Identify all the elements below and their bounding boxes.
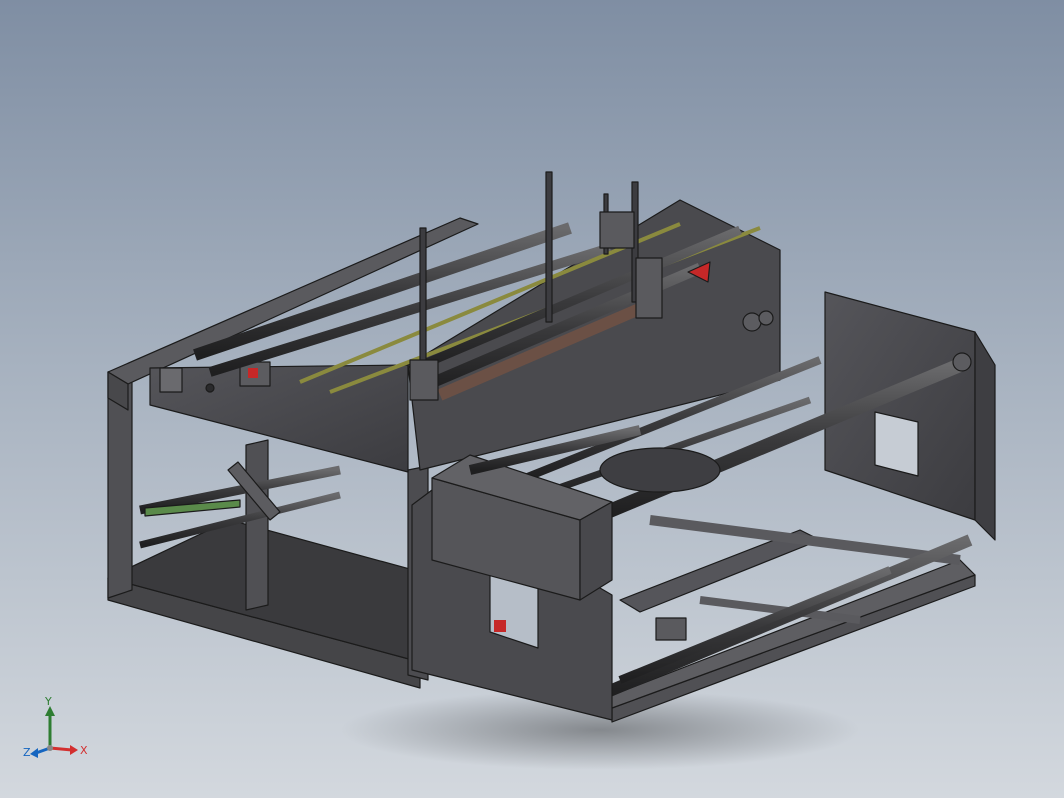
x-axis-label: X <box>80 744 88 757</box>
pulley-1 <box>742 312 762 332</box>
control-box-side <box>579 501 613 601</box>
bolt-hole-1 <box>205 383 215 393</box>
cad-viewport[interactable]: Y X Z <box>0 0 1064 798</box>
pulley-2 <box>758 310 774 326</box>
coordinate-triad: Y X Z <box>23 695 88 759</box>
end-bearing-right <box>952 352 972 372</box>
bracket-1 <box>409 359 439 401</box>
slider-block <box>655 617 687 641</box>
bearing-block-left <box>159 367 183 393</box>
vertical-post-2 <box>545 171 553 323</box>
red-component <box>494 620 506 632</box>
bottom-rod-front <box>597 534 973 701</box>
right-end-panel-side <box>974 331 996 541</box>
z-axis-arrow <box>30 748 38 758</box>
cross-rail-1 <box>649 515 961 565</box>
y-axis-label: Y <box>44 695 52 708</box>
triad-origin <box>47 745 53 751</box>
x-axis-line <box>49 746 73 752</box>
drum-roller <box>599 447 721 493</box>
machine-model[interactable] <box>107 171 996 723</box>
z-axis-label: Z <box>23 746 31 759</box>
left-post-mid <box>245 439 269 611</box>
red-mark-1 <box>248 368 258 378</box>
vertical-post-1 <box>419 227 427 379</box>
bracket-3 <box>635 257 663 319</box>
x-axis-arrow <box>70 745 78 755</box>
upper-side-plate <box>149 364 409 473</box>
panel-window <box>874 411 919 477</box>
bracket-2 <box>599 211 635 249</box>
